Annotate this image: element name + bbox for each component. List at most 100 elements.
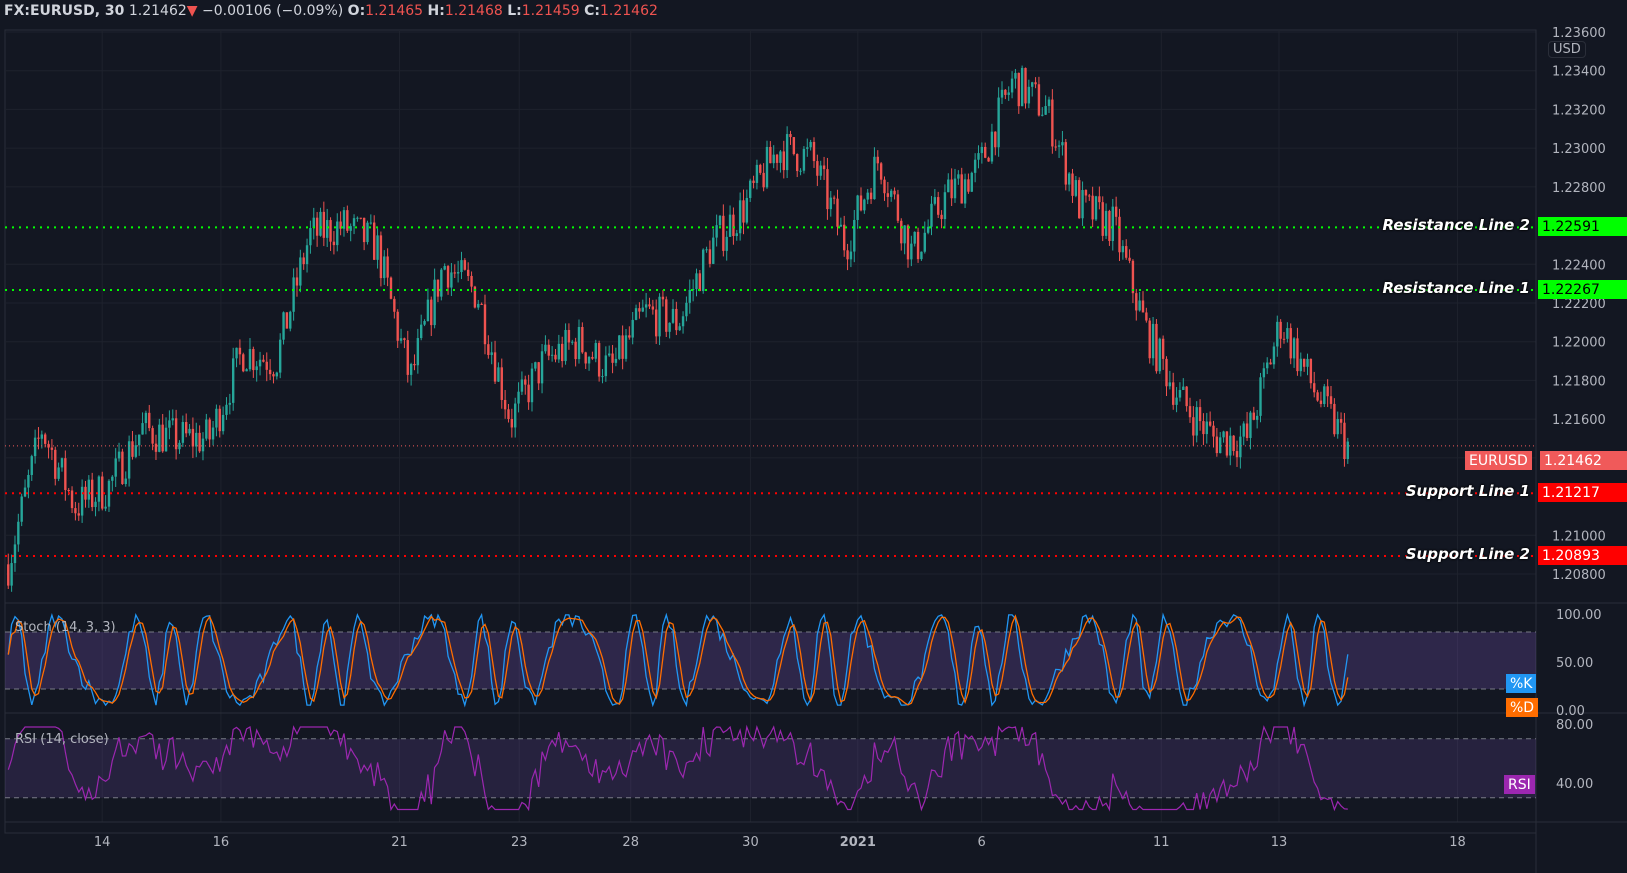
candle-body bbox=[792, 137, 796, 155]
candle-body bbox=[171, 418, 174, 421]
candle-body bbox=[1259, 377, 1262, 416]
candle-body bbox=[144, 412, 148, 424]
candle-body bbox=[943, 192, 947, 220]
candle-body bbox=[779, 151, 782, 163]
candle-body bbox=[443, 266, 446, 270]
time-tick: 6 bbox=[978, 835, 986, 850]
candle-body bbox=[829, 197, 832, 210]
price-chart[interactable]: 1.23600 1.23400 1.23200 1.23000 1.22800 1.224… bbox=[0, 0, 1627, 873]
candle-body bbox=[57, 467, 60, 479]
candle-body bbox=[430, 299, 433, 326]
candle-body bbox=[1175, 397, 1178, 405]
candle-body bbox=[342, 210, 346, 229]
time-tick: 30 bbox=[742, 835, 759, 850]
candle-body bbox=[594, 343, 597, 359]
candle-body bbox=[1121, 246, 1125, 253]
candle-body bbox=[933, 197, 937, 204]
candle-body bbox=[980, 146, 984, 154]
candle-body bbox=[866, 192, 869, 200]
candle-body bbox=[369, 222, 373, 224]
candle-body bbox=[137, 434, 141, 446]
candle-body bbox=[188, 428, 191, 434]
candle-body bbox=[530, 368, 534, 403]
candle-body bbox=[158, 424, 161, 452]
candle-body bbox=[967, 179, 970, 192]
candle-body bbox=[7, 564, 10, 586]
candle-body bbox=[890, 190, 893, 197]
open-label: O: bbox=[347, 3, 366, 19]
candle-body bbox=[107, 480, 111, 507]
candle-body bbox=[278, 339, 282, 373]
price-tick: 1.22800 bbox=[1552, 181, 1606, 196]
candle-body bbox=[362, 217, 366, 243]
candle-body bbox=[728, 214, 732, 237]
time-tick: 28 bbox=[622, 835, 639, 850]
candle-body bbox=[990, 131, 994, 162]
candle-body bbox=[560, 343, 564, 362]
candle-body bbox=[994, 131, 997, 148]
candle-body bbox=[1044, 106, 1047, 115]
candle-body bbox=[913, 231, 916, 244]
candle-body bbox=[1071, 173, 1074, 196]
candle-body bbox=[953, 178, 957, 199]
candle-body bbox=[1088, 195, 1091, 197]
candle-body bbox=[1239, 436, 1242, 458]
candle-body bbox=[517, 391, 520, 404]
currency-badge[interactable]: USD bbox=[1548, 41, 1586, 58]
candle-body bbox=[681, 316, 685, 327]
candle-body bbox=[309, 228, 312, 246]
candle-body bbox=[1272, 346, 1276, 365]
candle-body bbox=[762, 172, 765, 188]
last-price-symbol-tag: EURUSD bbox=[1465, 451, 1532, 470]
candle-body bbox=[735, 233, 738, 237]
time-tick: 14 bbox=[94, 835, 111, 850]
candle-body bbox=[117, 451, 121, 459]
candle-body bbox=[255, 366, 258, 371]
candle-body bbox=[1269, 362, 1272, 365]
candle-body bbox=[1010, 78, 1014, 93]
candle-body bbox=[272, 374, 275, 377]
candle-body bbox=[900, 220, 903, 244]
candle-body bbox=[1000, 89, 1004, 98]
candle-body bbox=[641, 307, 644, 312]
candle-body bbox=[604, 355, 608, 377]
candle-body bbox=[225, 404, 228, 415]
candle-body bbox=[1198, 407, 1202, 422]
candle-body bbox=[1346, 441, 1349, 460]
candle-body bbox=[164, 427, 168, 452]
candle-body bbox=[1266, 362, 1269, 369]
candle-body bbox=[70, 490, 74, 509]
candle-body bbox=[221, 414, 225, 432]
candle-body bbox=[215, 408, 218, 428]
candle-body bbox=[1061, 142, 1064, 146]
candle-body bbox=[1195, 407, 1198, 436]
candle-body bbox=[1081, 190, 1084, 219]
candle-body bbox=[399, 338, 403, 341]
candle-body bbox=[1182, 386, 1185, 390]
candle-body bbox=[1064, 142, 1067, 185]
candle-body bbox=[940, 214, 943, 220]
candle-body bbox=[198, 432, 201, 452]
candle-body bbox=[587, 356, 591, 364]
candle-body bbox=[1192, 417, 1195, 436]
candle-body bbox=[450, 272, 453, 288]
time-tick: 2021 bbox=[840, 835, 876, 850]
candle-body bbox=[816, 161, 819, 176]
candle-body bbox=[567, 329, 571, 343]
candle-body bbox=[869, 192, 873, 200]
time-tick: 16 bbox=[213, 835, 230, 850]
candle-body bbox=[80, 486, 84, 516]
time-tick: 13 bbox=[1271, 835, 1288, 850]
candle-body bbox=[836, 198, 839, 227]
candle-body bbox=[849, 251, 853, 260]
candle-body bbox=[1205, 421, 1208, 435]
candle-body bbox=[1276, 321, 1279, 347]
candle-body bbox=[806, 147, 809, 149]
candle-body bbox=[527, 384, 530, 403]
candle-body bbox=[819, 165, 822, 176]
candle-body bbox=[1282, 338, 1286, 340]
candle-body bbox=[668, 322, 671, 332]
candle-body bbox=[688, 289, 691, 303]
candle-body bbox=[634, 308, 638, 320]
candle-body bbox=[456, 272, 460, 274]
